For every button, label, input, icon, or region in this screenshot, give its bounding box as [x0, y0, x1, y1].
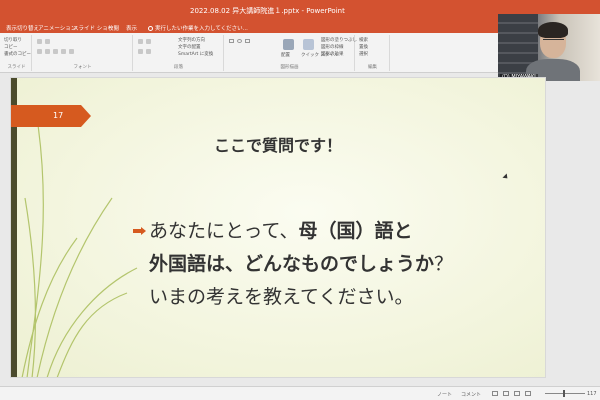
font-name-box[interactable]	[37, 39, 42, 44]
line2-end-text: ？	[434, 253, 454, 275]
editing-group-label: 編集	[368, 65, 377, 70]
zoom-level[interactable]: 117	[587, 391, 597, 397]
bullet-line-3: いまの考えを教えてください。	[149, 286, 414, 308]
slide-sorter-icon[interactable]	[503, 391, 509, 396]
tab-view[interactable]: 表示	[126, 24, 137, 32]
bold-icon[interactable]	[37, 49, 42, 54]
italic-icon[interactable]	[45, 49, 50, 54]
align-text-button[interactable]: 文字の配置	[178, 44, 201, 50]
line2-bold-text: 外国語は、どんなものでしょうか	[149, 253, 435, 275]
rectangle-shape-icon[interactable]	[229, 39, 234, 43]
find-button[interactable]: 検索	[359, 37, 368, 43]
tab-animations[interactable]: アニメーション	[38, 24, 76, 32]
drawing-group-label: 図形描画	[280, 65, 299, 70]
font-size-box[interactable]	[45, 39, 50, 44]
webcam-video: (D) MIYAWAKI	[498, 14, 600, 81]
person-hair	[538, 22, 568, 38]
clipboard-group-label: スライド	[7, 65, 26, 70]
shape-outline-button[interactable]: 図形の枠線	[321, 44, 344, 50]
notes-button[interactable]: ノート	[437, 391, 452, 398]
zoom-slider-thumb[interactable]	[563, 390, 565, 397]
align-left-icon[interactable]	[138, 49, 143, 54]
slide-number: 17	[53, 111, 64, 120]
tab-transitions[interactable]: 表示切り替え	[6, 24, 39, 32]
search-icon	[148, 25, 153, 31]
comments-button[interactable]: コメント	[461, 391, 481, 398]
reading-view-icon[interactable]	[514, 391, 520, 396]
editing-group: 検索 置換 選択 編集	[356, 35, 390, 71]
bullets-icon[interactable]	[138, 39, 143, 44]
arrange-icon[interactable]	[283, 39, 294, 50]
cut-button[interactable]: 切り取り	[4, 37, 22, 43]
slide-number-badge: 17	[11, 105, 91, 127]
shape-effects-button[interactable]: 図形の効果	[321, 51, 344, 57]
line1-normal-text: あなたにとって、	[149, 220, 299, 242]
drawing-group: 配置 クイック スタイル 図形の塗りつぶし 図形の枠線 図形の効果 図形描画	[225, 35, 357, 71]
replace-button[interactable]: 置換	[359, 44, 368, 50]
slide-title: ここで質問です！	[213, 136, 342, 155]
align-center-icon[interactable]	[146, 49, 151, 54]
numbering-icon[interactable]	[146, 39, 151, 44]
underline-icon[interactable]	[53, 49, 58, 54]
bullet-arrow-icon	[133, 227, 146, 235]
normal-view-icon[interactable]	[492, 391, 498, 396]
copy-button[interactable]: コピー	[4, 44, 18, 50]
font-group: フォント	[33, 35, 133, 71]
bullet-line-1: あなたにとって、母（国）語と	[149, 216, 413, 243]
tell-me-search[interactable]: 実行したい作業を入力してください...	[148, 24, 248, 32]
format-painter-button[interactable]: 書式のコピー	[4, 51, 31, 57]
slideshow-view-icon[interactable]	[525, 391, 531, 396]
shape-fill-button[interactable]: 図形の塗りつぶし	[321, 37, 357, 43]
arrow-shape-icon[interactable]	[245, 39, 250, 43]
tell-me-placeholder: 実行したい作業を入力してください...	[155, 26, 248, 32]
slide-canvas[interactable]: 17 ここで質問です！ あなたにとって、母（国）語と 外国語は、どんなものでしょ…	[10, 77, 546, 378]
select-button[interactable]: 選択	[359, 51, 368, 57]
clipboard-group: 切り取り コピー 書式のコピー スライド	[2, 35, 32, 71]
person-glasses	[543, 39, 564, 44]
line1-bold-text: 母（国）語と	[298, 220, 413, 242]
text-direction-button[interactable]: 文字列の方向	[178, 37, 205, 43]
zoom-slider-track[interactable]	[545, 393, 585, 394]
smartart-button[interactable]: SmartArt に変換	[178, 51, 213, 57]
strikethrough-icon[interactable]	[61, 49, 66, 54]
tab-review[interactable]: 校閲	[108, 24, 119, 32]
status-bar: ノート コメント 117	[0, 386, 600, 400]
font-color-icon[interactable]	[69, 49, 74, 54]
arrange-button-label[interactable]: 配置	[281, 52, 290, 58]
badge-arrow	[81, 105, 91, 127]
paragraph-group: 文字列の方向 文字の配置 SmartArt に変換 段落	[134, 35, 224, 71]
paragraph-group-label: 段落	[174, 65, 183, 70]
window-title: 2022.08.02 异大講師院進１.pptx - PowerPoint	[190, 7, 345, 15]
quick-styles-icon[interactable]	[303, 39, 314, 50]
bullet-line-2: 外国語は、どんなものでしょうか？	[149, 249, 453, 276]
font-group-label: フォント	[73, 65, 92, 70]
oval-shape-icon[interactable]	[237, 39, 242, 43]
